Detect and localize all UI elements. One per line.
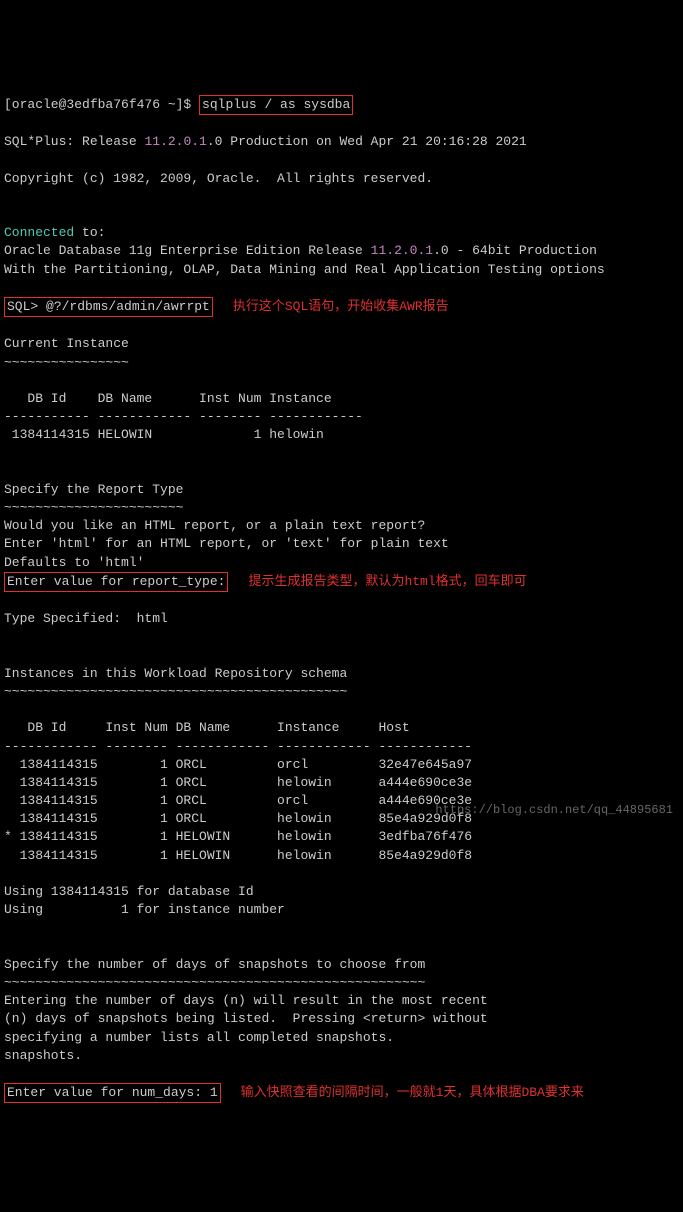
tilde-3: ~~~~~~~~~~~~~~~~~~~~~~~~~~~~~~~~~~~~~~~~… bbox=[4, 684, 347, 699]
terminal-output: [oracle@3edfba76f476 ~]$ sqlplus / as sy… bbox=[4, 77, 679, 1104]
version: 11.2.0.1 bbox=[144, 134, 206, 149]
report-line2: Enter 'html' for an HTML report, or 'tex… bbox=[4, 536, 449, 551]
instance-row-0: 1384114315 1 ORCL orcl 32e47e645a97 bbox=[4, 757, 472, 772]
current-instance-title: Current Instance bbox=[4, 336, 129, 351]
using-db-id: Using 1384114315 for database Id bbox=[4, 884, 254, 899]
num-days-line4: snapshots. bbox=[4, 1048, 82, 1063]
sql-prompt: SQL> bbox=[7, 299, 46, 314]
report-type-title: Specify the Report Type bbox=[4, 482, 183, 497]
tilde-4: ~~~~~~~~~~~~~~~~~~~~~~~~~~~~~~~~~~~~~~~~… bbox=[4, 975, 425, 990]
type-specified: Type Specified: html bbox=[4, 611, 168, 626]
release-suffix: .0 Production on Wed Apr 21 20:16:28 202… bbox=[207, 134, 527, 149]
instances-header: DB Id Inst Num DB Name Instance Host bbox=[4, 720, 410, 735]
report-line1: Would you like an HTML report, or a plai… bbox=[4, 518, 425, 533]
sqlplus-command: sqlplus / as sysdba bbox=[199, 95, 353, 115]
tilde-1: ~~~~~~~~~~~~~~~~ bbox=[4, 355, 129, 370]
annotation-2: 提示生成报告类型，默认为html格式，回车即可 bbox=[248, 573, 526, 591]
instance-row-3: 1384114315 1 ORCL helowin 85e4a929d0f8 bbox=[4, 811, 472, 826]
instance-row-2: 1384114315 1 ORCL orcl a444e690ce3e bbox=[4, 793, 472, 808]
shell-prompt: [oracle@3edfba76f476 ~]$ bbox=[4, 97, 199, 112]
instance-row-5: 1384114315 1 HELOWIN helowin 85e4a929d0f… bbox=[4, 848, 472, 863]
copyright: Copyright (c) 1982, 2009, Oracle. All ri… bbox=[4, 171, 433, 186]
watermark: https://blog.csdn.net/qq_44895681 bbox=[435, 802, 673, 819]
db-release-prefix: Oracle Database 11g Enterprise Edition R… bbox=[4, 243, 371, 258]
db-version: 11.2.0.1 bbox=[371, 243, 433, 258]
annotation-3: 输入快照查看的间隔时间，一般就1天，具体根据DBA要求来 bbox=[241, 1084, 584, 1102]
db-release-suffix: .0 - 64bit Production bbox=[433, 243, 597, 258]
instance-row-1: 1384114315 1 ORCL helowin a444e690ce3e bbox=[4, 775, 472, 790]
report-line3: Defaults to 'html' bbox=[4, 555, 144, 570]
connected-suffix: to: bbox=[74, 225, 105, 240]
instances-divider: ------------ -------- ------------ -----… bbox=[4, 739, 472, 754]
num-days-line1: Entering the number of days (n) will res… bbox=[4, 993, 488, 1008]
num-days-prompt[interactable]: Enter value for num_days: 1 bbox=[4, 1083, 221, 1103]
instance-divider: ----------- ------------ -------- ------… bbox=[4, 409, 363, 424]
num-days-line2: (n) days of snapshots being listed. Pres… bbox=[4, 1011, 488, 1026]
instance-row: 1384114315 HELOWIN 1 helowin bbox=[4, 427, 324, 442]
num-days-line3: specifying a number lists all completed … bbox=[4, 1030, 394, 1045]
report-type-prompt[interactable]: Enter value for report_type: bbox=[4, 572, 228, 592]
instance-header: DB Id DB Name Inst Num Instance bbox=[4, 391, 332, 406]
num-days-title: Specify the number of days of snapshots … bbox=[4, 957, 425, 972]
options-line: With the Partitioning, OLAP, Data Mining… bbox=[4, 262, 605, 277]
annotation-1: 执行这个SQL语句，开始收集AWR报告 bbox=[233, 298, 449, 316]
using-instance-num: Using 1 for instance number bbox=[4, 902, 285, 917]
instance-row-4: * 1384114315 1 HELOWIN helowin 3edfba76f… bbox=[4, 829, 472, 844]
connected-word: Connected bbox=[4, 225, 74, 240]
release-prefix: SQL*Plus: Release bbox=[4, 134, 144, 149]
tilde-2: ~~~~~~~~~~~~~~~~~~~~~~~ bbox=[4, 500, 183, 515]
instances-title: Instances in this Workload Repository sc… bbox=[4, 666, 347, 681]
awrrpt-command[interactable]: @?/rdbms/admin/awrrpt bbox=[46, 299, 210, 314]
